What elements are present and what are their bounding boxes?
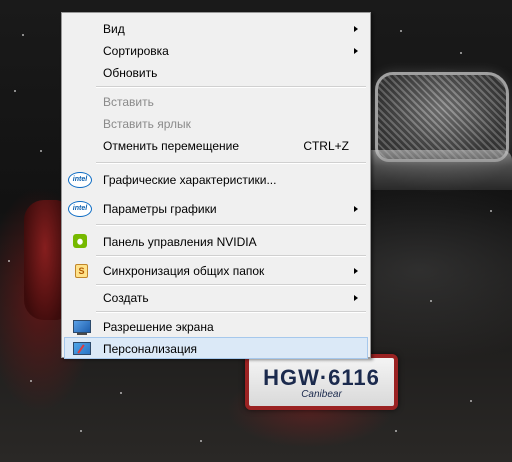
snow-speck — [80, 430, 82, 432]
menu-item-label: Параметры графики — [103, 202, 217, 216]
snow-speck — [120, 392, 122, 394]
menu-item-nvidia-control-panel[interactable]: Панель управления NVIDIA — [64, 230, 368, 252]
menu-item-sync-shared-folders[interactable]: S Синхронизация общих папок — [64, 259, 368, 281]
snow-speck — [22, 34, 24, 36]
menu-item-label: Обновить — [103, 66, 158, 80]
license-plate-number: HGW·6116 — [263, 365, 380, 390]
submenu-arrow-icon — [354, 206, 358, 212]
menu-item-paste[interactable]: Вставить — [64, 90, 368, 112]
snow-speck — [30, 380, 32, 382]
submenu-arrow-icon — [354, 268, 358, 274]
menu-separator — [96, 224, 366, 226]
snow-speck — [200, 440, 202, 442]
menu-item-label: Отменить перемещение — [103, 139, 240, 153]
menu-separator — [96, 86, 366, 88]
menu-item-graphics-properties[interactable]: intel Графические характеристики... — [64, 168, 368, 190]
snow-speck — [395, 430, 397, 432]
snow-speck — [400, 30, 402, 32]
menu-item-graphics-options[interactable]: intel Параметры графики — [64, 197, 368, 219]
submenu-arrow-icon — [354, 48, 358, 54]
monitor-icon — [73, 320, 91, 335]
license-plate-subtext: Canibear — [301, 389, 342, 400]
nvidia-icon — [73, 234, 87, 248]
sync-icon: S — [75, 264, 88, 278]
menu-item-screen-resolution[interactable]: Разрешение экрана — [64, 315, 368, 337]
menu-separator — [96, 162, 366, 164]
menu-item-label: Синхронизация общих папок — [103, 264, 265, 278]
menu-item-label: Вставить — [103, 95, 154, 109]
intel-icon: intel — [68, 172, 92, 188]
menu-separator — [96, 311, 366, 313]
personalization-icon — [73, 342, 91, 355]
license-plate: HGW·6116 Canibear — [245, 354, 398, 410]
menu-item-label: Создать — [103, 291, 149, 305]
menu-item-label: Графические характеристики... — [103, 173, 277, 187]
snow-speck — [460, 52, 462, 54]
snow-speck — [470, 400, 472, 402]
menu-item-refresh[interactable]: Обновить — [64, 61, 368, 83]
menu-item-label: Разрешение экрана — [103, 320, 214, 334]
menu-item-undo-move[interactable]: Отменить перемещение CTRL+Z — [64, 134, 368, 156]
snow-speck — [8, 260, 10, 262]
menu-item-sort[interactable]: Сортировка — [64, 39, 368, 61]
menu-item-new[interactable]: Создать — [64, 286, 368, 308]
menu-item-label: Персонализация — [103, 342, 198, 356]
intel-icon: intel — [68, 201, 92, 217]
menu-item-view[interactable]: Вид — [64, 17, 368, 39]
menu-item-label: Вставить ярлык — [103, 117, 191, 131]
snow-speck — [490, 210, 492, 212]
desktop-wallpaper[interactable]: HGW·6116 Canibear Вид Сортировка Обновит… — [0, 0, 512, 462]
desktop-context-menu: Вид Сортировка Обновить Вставить Вставит… — [61, 12, 371, 359]
menu-separator — [96, 255, 366, 257]
menu-item-shortcut: CTRL+Z — [303, 139, 349, 153]
menu-item-label: Панель управления NVIDIA — [103, 235, 257, 249]
snow-speck — [14, 90, 16, 92]
snow-speck — [40, 150, 42, 152]
car-grille — [375, 72, 509, 162]
snow-speck — [430, 300, 432, 302]
car-hood — [360, 150, 512, 190]
menu-item-paste-shortcut[interactable]: Вставить ярлык — [64, 112, 368, 134]
menu-item-label: Вид — [103, 22, 125, 36]
submenu-arrow-icon — [354, 26, 358, 32]
menu-item-personalization[interactable]: Персонализация — [64, 337, 368, 359]
car-taillight — [24, 200, 66, 320]
submenu-arrow-icon — [354, 295, 358, 301]
menu-item-label: Сортировка — [103, 44, 169, 58]
